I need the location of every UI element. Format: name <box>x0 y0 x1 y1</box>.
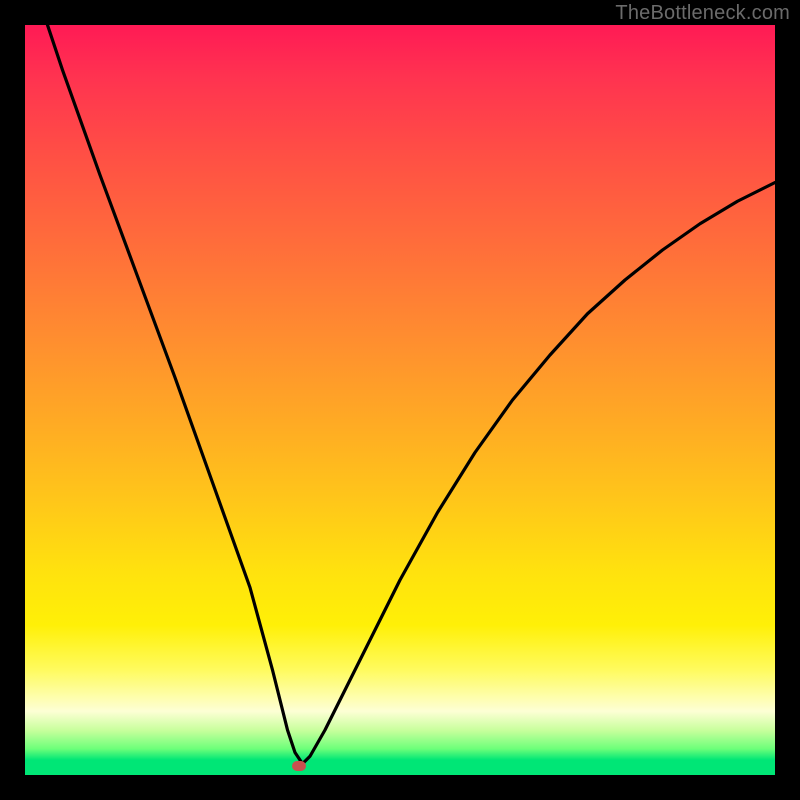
bottleneck-curve <box>25 25 775 775</box>
watermark-text: TheBottleneck.com <box>615 2 790 25</box>
chart-frame: TheBottleneck.com <box>0 0 800 800</box>
plot-area <box>25 25 775 775</box>
optimal-point-marker <box>292 761 306 771</box>
